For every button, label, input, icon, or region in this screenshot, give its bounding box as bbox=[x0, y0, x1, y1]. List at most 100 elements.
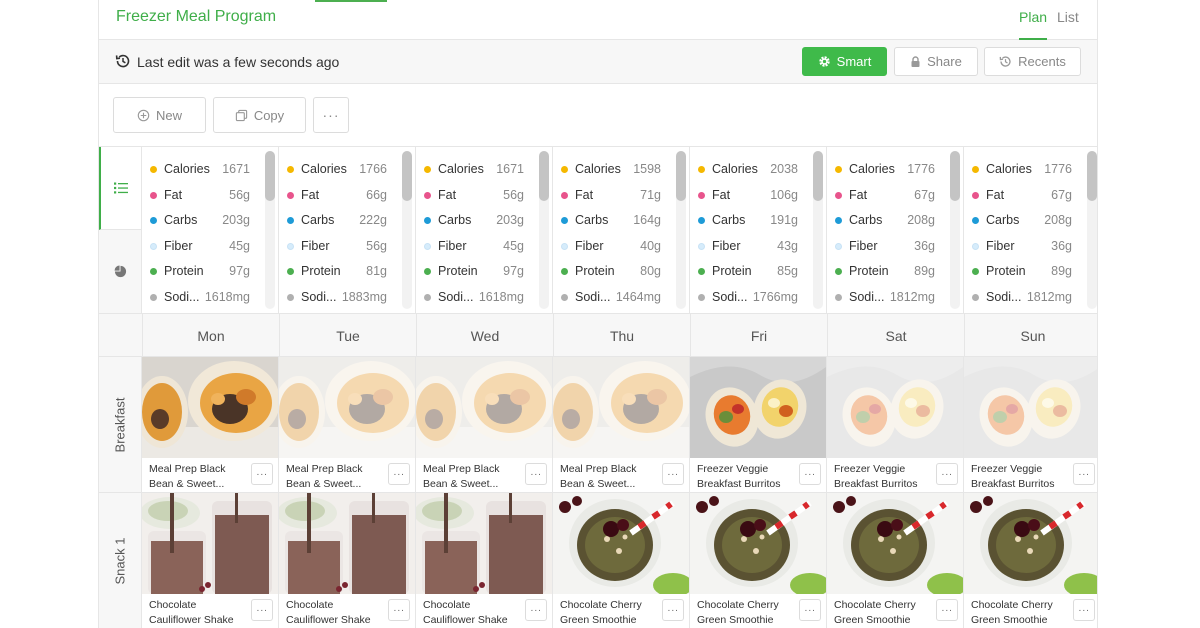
recipe-name[interactable]: Freezer Veggie Breakfast Burritos bbox=[971, 462, 1069, 492]
share-button[interactable]: Share bbox=[894, 47, 978, 76]
nutrient-label: Protein bbox=[301, 264, 341, 278]
meal-card[interactable]: Chocolate Cherry Green Smoothie ··· bbox=[553, 493, 690, 628]
recipe-name[interactable]: Freezer Veggie Breakfast Burritos bbox=[834, 462, 932, 492]
smart-button[interactable]: Smart bbox=[802, 47, 887, 76]
meal-options-button[interactable]: ··· bbox=[936, 463, 958, 485]
nutrient-value: 1883mg bbox=[341, 290, 387, 304]
meal-options-button[interactable]: ··· bbox=[388, 599, 410, 621]
nutrient-value: 45g bbox=[229, 239, 250, 253]
nutrient-label: Fiber bbox=[849, 239, 878, 253]
more-options-button[interactable]: ··· bbox=[313, 97, 349, 133]
recipe-name[interactable]: Chocolate Cauliflower Shake bbox=[286, 598, 384, 628]
new-button-label: New bbox=[155, 107, 182, 123]
meal-card[interactable]: Chocolate Cherry Green Smoothie ··· bbox=[827, 493, 964, 628]
meal-card[interactable]: Meal Prep Black Bean & Sweet... ··· bbox=[279, 357, 416, 493]
recipe-photo[interactable] bbox=[827, 357, 963, 458]
meal-card[interactable]: Freezer Veggie Breakfast Burritos ··· bbox=[964, 357, 1097, 493]
recipe-photo[interactable] bbox=[279, 493, 415, 594]
nutrition-chart-tab[interactable] bbox=[99, 230, 142, 313]
meal-options-button[interactable]: ··· bbox=[1073, 463, 1095, 485]
recipe-photo[interactable] bbox=[690, 493, 826, 594]
recipe-name[interactable]: Freezer Veggie Breakfast Burritos bbox=[697, 462, 795, 492]
list-icon bbox=[114, 182, 128, 194]
recipe-photo[interactable] bbox=[142, 357, 278, 458]
recipe-name[interactable]: Chocolate Cauliflower Shake bbox=[423, 598, 521, 628]
recipe-photo[interactable] bbox=[553, 357, 689, 458]
recipe-photo[interactable] bbox=[416, 357, 552, 458]
nutrient-color-dot bbox=[698, 217, 705, 224]
meal-card[interactable]: Freezer Veggie Breakfast Burritos ··· bbox=[827, 357, 964, 493]
recipe-name[interactable]: Meal Prep Black Bean & Sweet... bbox=[149, 462, 247, 492]
meal-options-button[interactable]: ··· bbox=[936, 599, 958, 621]
nutrition-list-tab[interactable] bbox=[99, 147, 142, 230]
meal-card[interactable]: Chocolate Cauliflower Shake ··· bbox=[279, 493, 416, 628]
nutrition-scrollbar[interactable] bbox=[1087, 151, 1097, 309]
recipe-name[interactable]: Chocolate Cherry Green Smoothie bbox=[697, 598, 795, 628]
tab-plan[interactable]: Plan bbox=[1019, 9, 1047, 25]
meal-card[interactable]: Meal Prep Black Bean & Sweet... ··· bbox=[142, 357, 279, 493]
nutrient-value: 1812mg bbox=[889, 290, 935, 304]
new-button[interactable]: New bbox=[113, 97, 206, 133]
nutrient-color-dot bbox=[698, 268, 705, 275]
meal-options-button[interactable]: ··· bbox=[251, 463, 273, 485]
scrollbar-thumb[interactable] bbox=[950, 151, 960, 201]
nutrition-scrollbar[interactable] bbox=[950, 151, 960, 309]
nutrition-scrollbar[interactable] bbox=[402, 151, 412, 309]
scrollbar-thumb[interactable] bbox=[1087, 151, 1097, 201]
nutrient-value: 36g bbox=[914, 239, 935, 253]
recipe-photo[interactable] bbox=[553, 493, 689, 594]
recipe-name[interactable]: Meal Prep Black Bean & Sweet... bbox=[286, 462, 384, 492]
scrollbar-thumb[interactable] bbox=[539, 151, 549, 201]
nutrient-value: 2038 bbox=[770, 162, 798, 176]
nutrient-row: Fiber 56g bbox=[279, 237, 394, 257]
nutrient-label: Sodi... bbox=[986, 290, 1022, 304]
nutrient-label: Sodi... bbox=[438, 290, 474, 304]
meal-options-button[interactable]: ··· bbox=[662, 463, 684, 485]
recipe-photo[interactable] bbox=[964, 357, 1097, 458]
recipe-name[interactable]: Meal Prep Black Bean & Sweet... bbox=[560, 462, 658, 492]
scrollbar-thumb[interactable] bbox=[265, 151, 275, 201]
nutrient-value: 164g bbox=[633, 213, 661, 227]
meal-card[interactable]: Chocolate Cauliflower Shake ··· bbox=[416, 493, 553, 628]
nutrient-row: Calories 2038 bbox=[690, 160, 805, 180]
nutrient-color-dot bbox=[698, 294, 705, 301]
recipe-photo[interactable] bbox=[964, 493, 1097, 594]
day-header-thu: Thu bbox=[553, 314, 690, 357]
nutrition-scrollbar[interactable] bbox=[539, 151, 549, 309]
meal-card[interactable]: Freezer Veggie Breakfast Burritos ··· bbox=[690, 357, 827, 493]
recipe-photo[interactable] bbox=[690, 357, 826, 458]
scrollbar-thumb[interactable] bbox=[676, 151, 686, 201]
recipe-name[interactable]: Chocolate Cherry Green Smoothie bbox=[834, 598, 932, 628]
recipe-name[interactable]: Chocolate Cherry Green Smoothie bbox=[560, 598, 658, 628]
recipe-photo[interactable] bbox=[279, 357, 415, 458]
scrollbar-thumb[interactable] bbox=[813, 151, 823, 201]
meal-options-button[interactable]: ··· bbox=[525, 463, 547, 485]
nutrient-label: Protein bbox=[712, 264, 752, 278]
meal-options-button[interactable]: ··· bbox=[525, 599, 547, 621]
recipe-photo[interactable] bbox=[827, 493, 963, 594]
meal-options-button[interactable]: ··· bbox=[662, 599, 684, 621]
meal-card[interactable]: Meal Prep Black Bean & Sweet... ··· bbox=[416, 357, 553, 493]
scrollbar-thumb[interactable] bbox=[402, 151, 412, 201]
meal-options-button[interactable]: ··· bbox=[388, 463, 410, 485]
nutrient-row: Fat 66g bbox=[279, 186, 394, 206]
tab-list[interactable]: List bbox=[1057, 9, 1079, 25]
nutrition-scrollbar[interactable] bbox=[265, 151, 275, 309]
recipe-photo[interactable] bbox=[142, 493, 278, 594]
meal-card[interactable]: Chocolate Cherry Green Smoothie ··· bbox=[964, 493, 1097, 628]
meal-options-button[interactable]: ··· bbox=[251, 599, 273, 621]
recipe-name[interactable]: Chocolate Cauliflower Shake bbox=[149, 598, 247, 628]
meal-card[interactable]: Meal Prep Black Bean & Sweet... ··· bbox=[553, 357, 690, 493]
nutrition-scrollbar[interactable] bbox=[813, 151, 823, 309]
meal-card[interactable]: Chocolate Cauliflower Shake ··· bbox=[142, 493, 279, 628]
meal-options-button[interactable]: ··· bbox=[799, 463, 821, 485]
recents-button[interactable]: Recents bbox=[984, 47, 1081, 76]
nutrition-scrollbar[interactable] bbox=[676, 151, 686, 309]
recipe-photo[interactable] bbox=[416, 493, 552, 594]
meal-card[interactable]: Chocolate Cherry Green Smoothie ··· bbox=[690, 493, 827, 628]
meal-options-button[interactable]: ··· bbox=[1073, 599, 1095, 621]
recipe-name[interactable]: Meal Prep Black Bean & Sweet... bbox=[423, 462, 521, 492]
copy-button[interactable]: Copy bbox=[213, 97, 306, 133]
meal-options-button[interactable]: ··· bbox=[799, 599, 821, 621]
recipe-name[interactable]: Chocolate Cherry Green Smoothie bbox=[971, 598, 1069, 628]
